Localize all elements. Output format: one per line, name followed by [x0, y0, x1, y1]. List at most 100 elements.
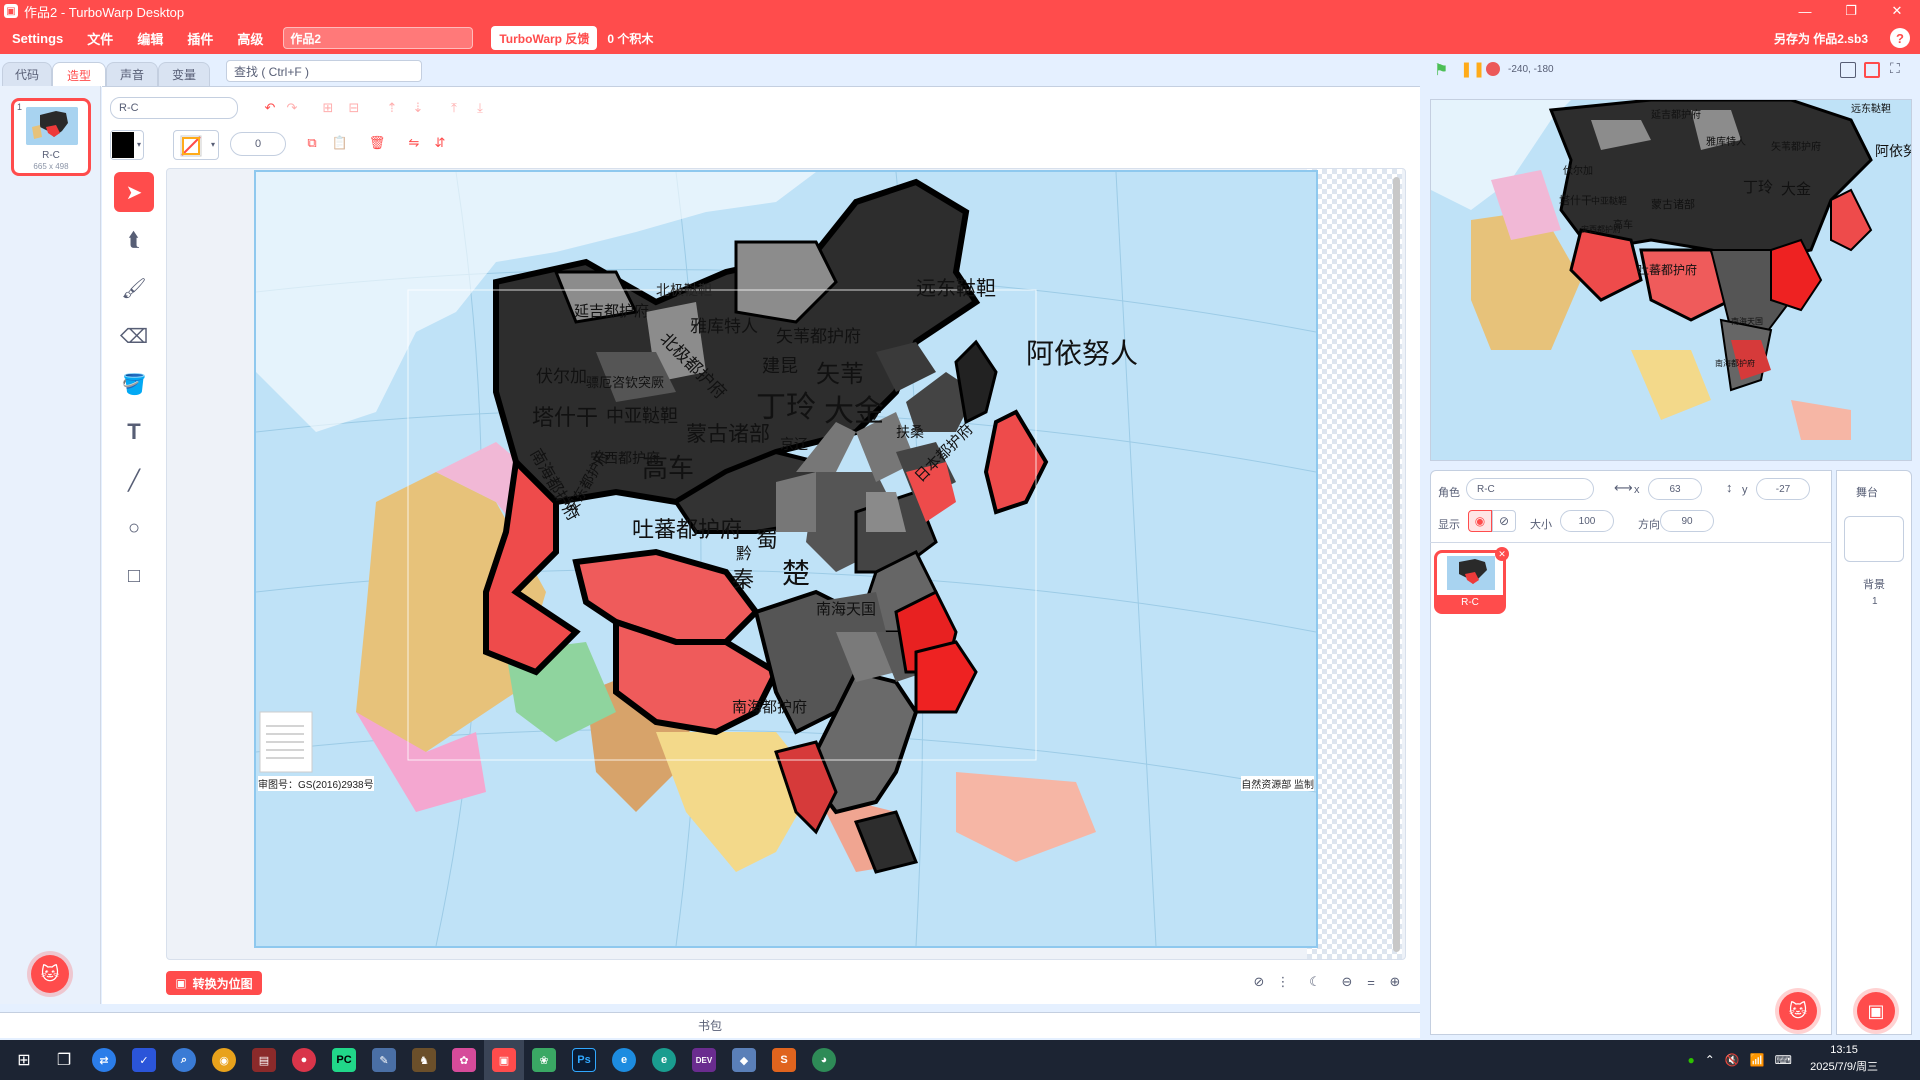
copy-icon[interactable]: ⧉ — [302, 133, 322, 153]
select-tool[interactable]: ➤ — [114, 172, 154, 212]
large-stage-icon[interactable] — [1864, 62, 1880, 78]
chevron-up-icon[interactable]: ⌃ — [1705, 1053, 1715, 1067]
taskbar-app[interactable]: ♞ — [404, 1040, 444, 1080]
reshape-tool[interactable]: ⮬ — [114, 220, 154, 260]
keyboard-icon[interactable]: ⌨ — [1775, 1053, 1792, 1067]
taskbar-app[interactable]: ● — [284, 1040, 324, 1080]
start-button[interactable]: ⊞ — [4, 1040, 44, 1080]
menu-addons[interactable]: 插件 — [175, 22, 225, 54]
show-visible-button[interactable]: ◉ — [1468, 510, 1492, 532]
fullscreen-icon[interactable]: ⛶ — [1890, 60, 1908, 78]
tab-code[interactable]: 代码 — [2, 62, 52, 86]
backdrop-thumbnail[interactable] — [1844, 516, 1904, 562]
taskbar-app[interactable]: Ps — [564, 1040, 604, 1080]
add-backdrop-button[interactable]: ▣ — [1857, 992, 1895, 1030]
menu-advanced[interactable]: 高级 — [225, 22, 275, 54]
taskbar-app-active[interactable]: ▣ — [484, 1040, 524, 1080]
rectangle-tool[interactable]: □ — [114, 556, 154, 596]
sprite-name-input[interactable]: R-C — [1466, 478, 1594, 500]
save-as-button[interactable]: 另存为 作品2.sb3 — [1774, 22, 1868, 54]
forward-icon[interactable]: ⇡ — [382, 98, 402, 118]
feedback-button[interactable]: TurboWarp 反馈 — [491, 26, 598, 50]
taskbar-app[interactable]: e — [644, 1040, 684, 1080]
add-costume-button[interactable]: 🐱 — [31, 955, 69, 993]
taskbar-app[interactable]: ⇄ — [84, 1040, 124, 1080]
map-image[interactable]: 远东鞑靼 阿依努人 延吉都护府 北极鞑靼 雅库特人 矢苇都护府 北极都护府 伏尔… — [254, 170, 1318, 948]
group-icon[interactable]: ⊞ — [318, 98, 338, 118]
tab-sounds[interactable]: 声音 — [106, 62, 158, 86]
flip-vertical-icon[interactable]: ⇵ — [430, 133, 450, 153]
line-tool[interactable]: ╱ — [114, 460, 154, 500]
canvas-scrollbar[interactable] — [1393, 177, 1400, 952]
taskbar-app[interactable]: ◕ — [804, 1040, 844, 1080]
stage-canvas[interactable]: 延吉都护府 雅库特人 矢苇都护府 远东鞑靼 阿依努人 伏尔加 塔什干 中亚鞑靼 … — [1430, 99, 1912, 461]
delete-sprite-icon[interactable]: ✕ — [1495, 547, 1509, 561]
zoom-reset-icon[interactable]: = — [1360, 971, 1382, 993]
stop-icon[interactable] — [1486, 62, 1500, 76]
fill-tool[interactable]: 🪣 — [114, 364, 154, 404]
taskbar-app[interactable]: DEV — [684, 1040, 724, 1080]
snap-off-icon[interactable]: ⊘ — [1248, 971, 1270, 993]
convert-bitmap-button[interactable]: ▣ 转换为位图 — [166, 971, 262, 995]
stroke-color-picker[interactable]: ▾ — [173, 130, 219, 160]
undo-icon[interactable]: ↶ — [260, 98, 280, 118]
small-stage-icon[interactable] — [1840, 62, 1856, 78]
taskbar-app[interactable]: ❀ — [524, 1040, 564, 1080]
snap-grid-icon[interactable]: ⋮ — [1272, 971, 1294, 993]
taskbar-app[interactable]: ✿ — [444, 1040, 484, 1080]
task-view-button[interactable]: ❐ — [44, 1040, 84, 1080]
taskbar-app[interactable]: S — [764, 1040, 804, 1080]
text-tool[interactable]: T — [114, 412, 154, 452]
paste-icon[interactable]: 📋 — [330, 133, 350, 153]
theme-moon-icon[interactable]: ☾ — [1304, 971, 1326, 993]
menu-file[interactable]: 文件 — [75, 22, 125, 54]
brush-tool[interactable]: 🖌 — [114, 268, 154, 308]
green-flag-icon[interactable]: ⚑ — [1434, 60, 1452, 79]
backward-icon[interactable]: ⇣ — [408, 98, 428, 118]
tab-variables[interactable]: 变量 — [158, 62, 210, 86]
sprite-card[interactable]: R-C ✕ — [1434, 547, 1509, 614]
backpack[interactable]: 书包 — [0, 1012, 1420, 1038]
size-input[interactable]: 100 — [1560, 510, 1614, 532]
volume-muted-icon[interactable]: 🔇 — [1725, 1053, 1740, 1067]
maximize-button[interactable]: ❐ — [1828, 0, 1874, 22]
front-icon[interactable]: ⤒ — [444, 98, 464, 118]
add-sprite-button[interactable]: 🐱 — [1779, 992, 1817, 1030]
costume-name-input[interactable]: R-C — [110, 97, 238, 119]
taskbar-app[interactable]: PC — [324, 1040, 364, 1080]
x-input[interactable]: 63 — [1648, 478, 1702, 500]
back-icon[interactable]: ⤓ — [470, 98, 490, 118]
direction-input[interactable]: 90 — [1660, 510, 1714, 532]
eraser-tool[interactable]: ⌫ — [114, 316, 154, 356]
taskbar-app[interactable]: ◉ — [204, 1040, 244, 1080]
close-button[interactable]: ✕ — [1874, 0, 1920, 22]
flip-horizontal-icon[interactable]: ⇋ — [404, 133, 424, 153]
menu-settings[interactable]: Settings — [0, 22, 75, 54]
help-icon[interactable]: ? — [1890, 28, 1910, 48]
clock[interactable]: 13:15 2025/7/9/周三 — [1810, 1042, 1878, 1076]
taskbar-app[interactable]: ▤ — [244, 1040, 284, 1080]
show-hidden-button[interactable]: ⊘ — [1492, 510, 1516, 532]
wechat-icon[interactable]: ● — [1687, 1053, 1694, 1067]
redo-icon[interactable]: ↷ — [282, 98, 302, 118]
taskbar-app[interactable]: e — [604, 1040, 644, 1080]
find-input[interactable]: 查找 ( Ctrl+F ) — [226, 60, 422, 82]
tab-costumes[interactable]: 造型 — [52, 62, 106, 87]
stroke-width-input[interactable]: 0 — [230, 132, 286, 156]
delete-icon[interactable]: 🗑 — [367, 133, 387, 153]
menu-edit[interactable]: 编辑 — [125, 22, 175, 54]
ungroup-icon[interactable]: ⊟ — [344, 98, 364, 118]
taskbar-app[interactable]: ✎ — [364, 1040, 404, 1080]
taskbar-app[interactable]: ⌕ — [164, 1040, 204, 1080]
fill-color-picker[interactable]: ▾ — [110, 130, 144, 160]
minimize-button[interactable]: — — [1782, 0, 1828, 22]
pause-icon[interactable]: ❚❚ — [1460, 60, 1485, 78]
costume-item[interactable]: 1 R-C 665 x 498 — [11, 98, 91, 176]
y-input[interactable]: -27 — [1756, 478, 1810, 500]
project-title-input[interactable]: 作品2 — [283, 27, 474, 49]
circle-tool[interactable]: ○ — [114, 508, 154, 548]
taskbar-app[interactable]: ◆ — [724, 1040, 764, 1080]
zoom-in-icon[interactable]: ⊕ — [1384, 971, 1406, 993]
taskbar-app[interactable]: ✓ — [124, 1040, 164, 1080]
zoom-out-icon[interactable]: ⊖ — [1336, 971, 1358, 993]
